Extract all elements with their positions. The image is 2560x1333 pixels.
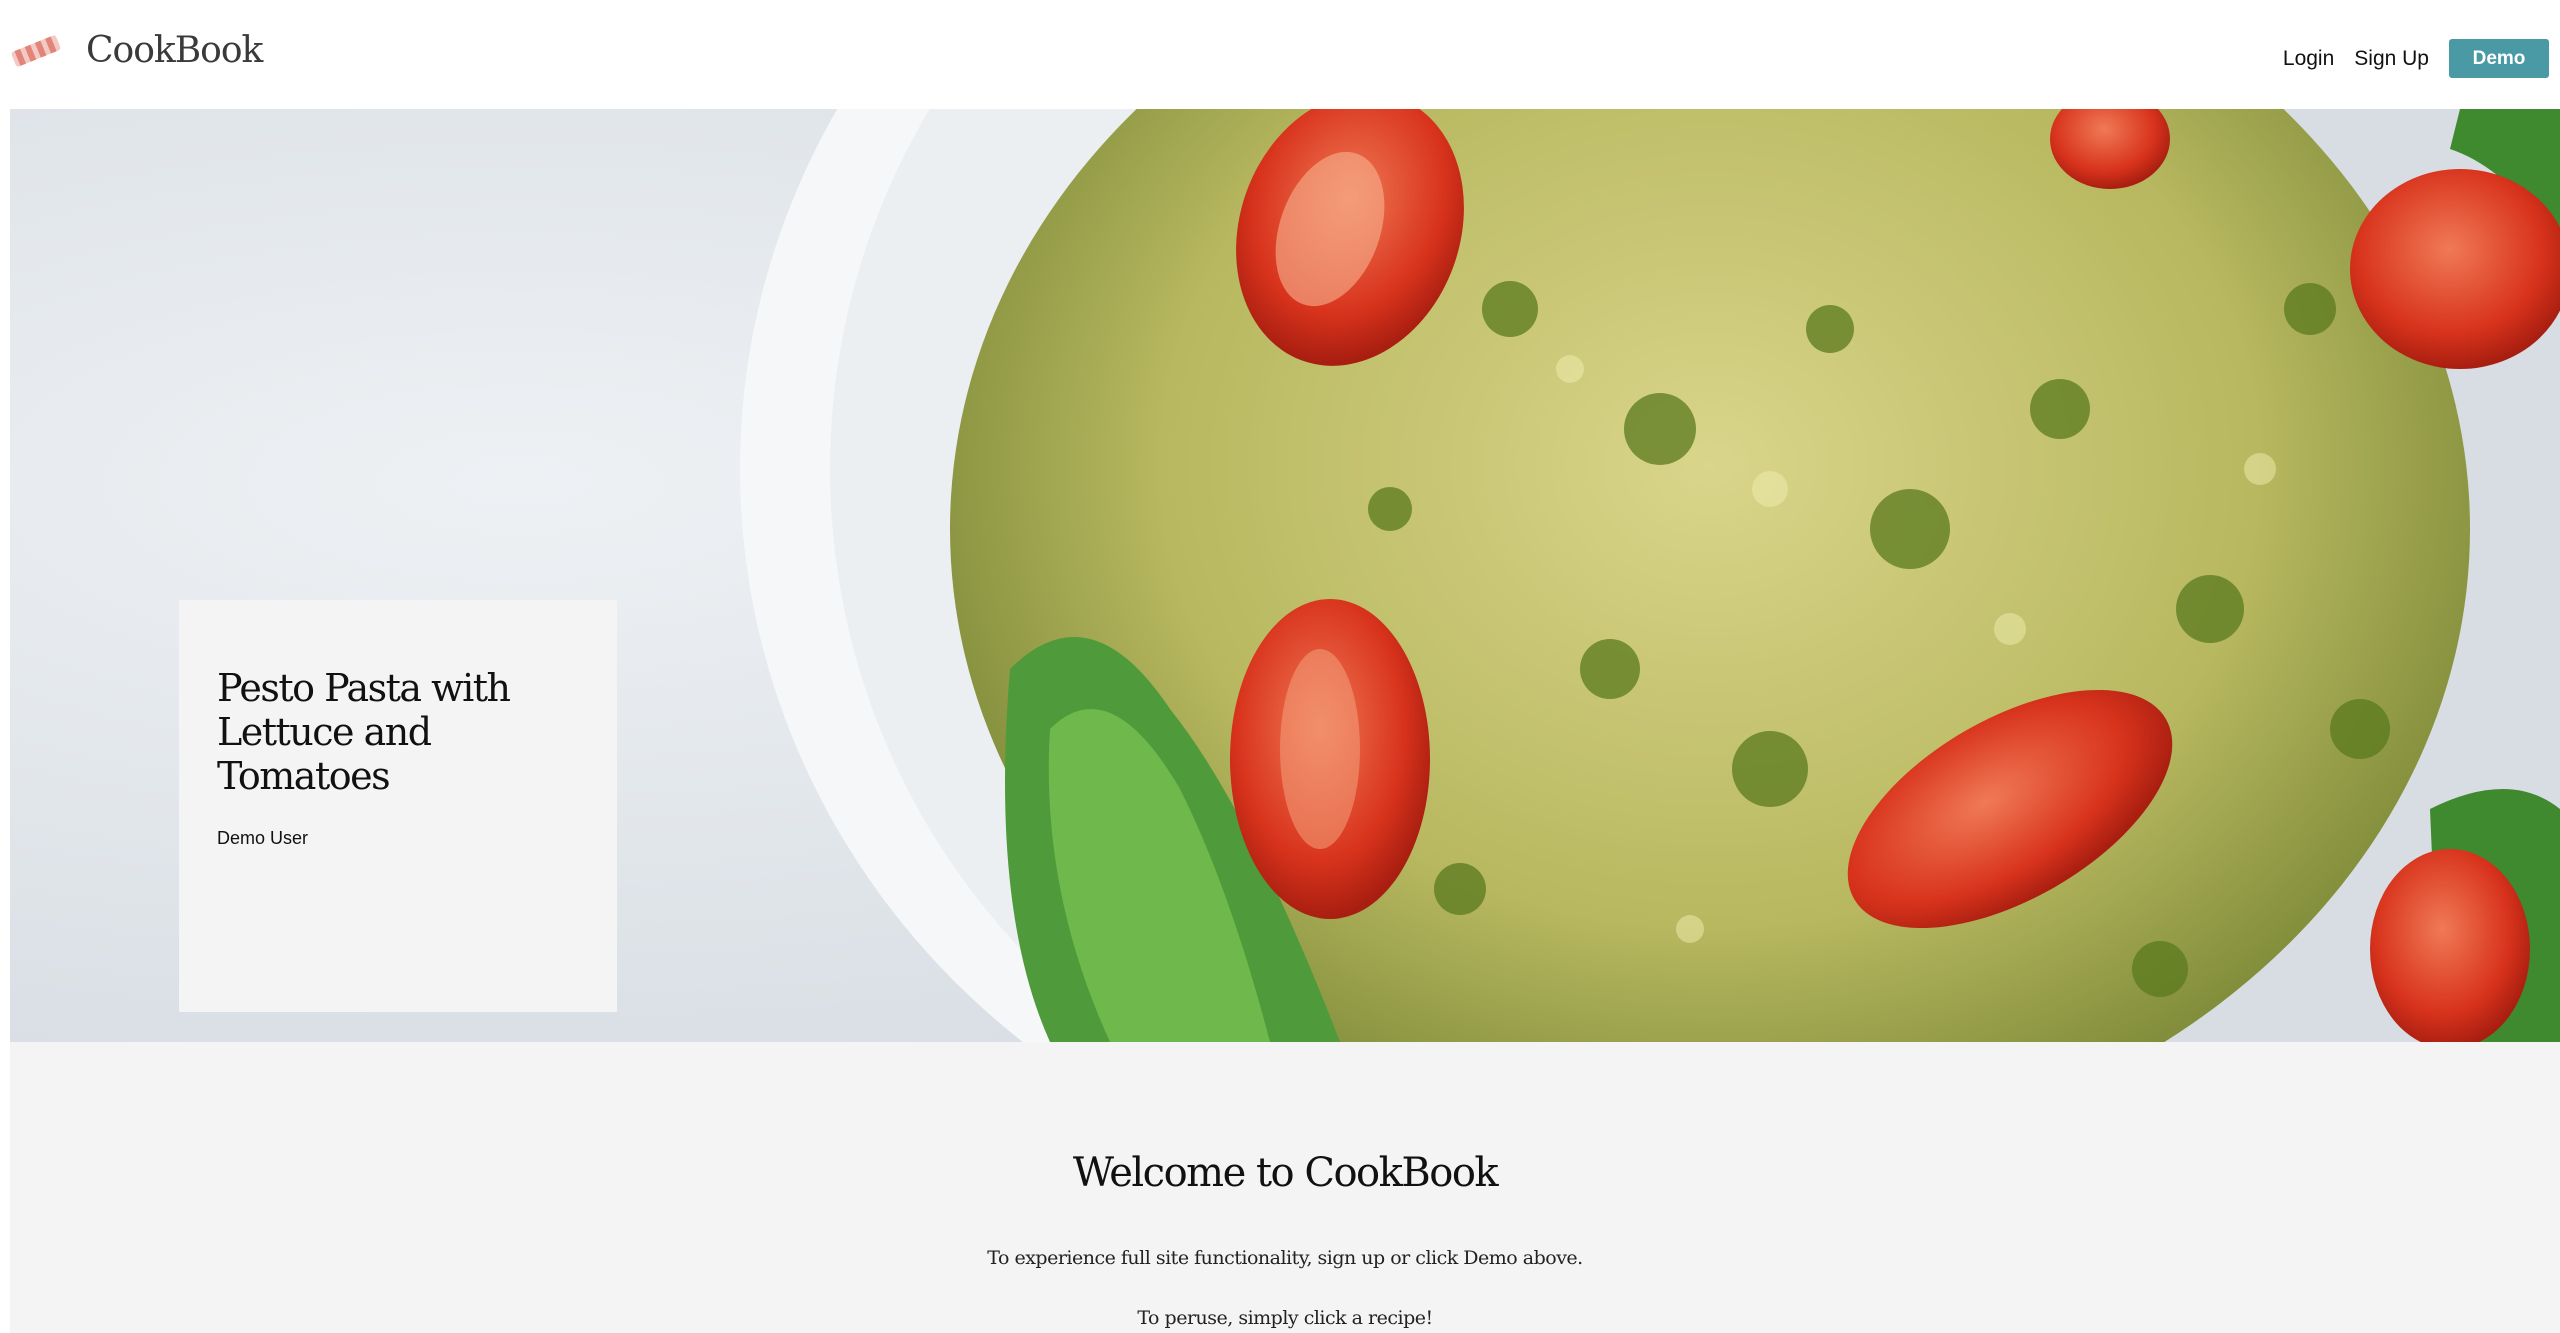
brand-home-link[interactable]: CookBook [8, 30, 263, 71]
brand-name: CookBook [86, 30, 263, 71]
welcome-title: Welcome to CookBook [1072, 1150, 1499, 1196]
login-link[interactable]: Login [2283, 47, 2334, 71]
navbar: CookBook Login Sign Up Demo [0, 0, 2560, 109]
featured-recipe-hero[interactable]: Pesto Pasta with Lettuce and Tomatoes De… [10, 109, 2560, 1042]
demo-button[interactable]: Demo [2449, 39, 2549, 78]
nav-links: Login Sign Up Demo [2283, 39, 2549, 78]
recipe-author: Demo User [217, 828, 309, 848]
page: CookBook Login Sign Up Demo Pesto Pasta … [0, 0, 2560, 1333]
bacon-strip-logo-icon [11, 34, 61, 67]
welcome-section: Welcome to CookBook To experience full s… [10, 1042, 2560, 1333]
signup-link[interactable]: Sign Up [2354, 47, 2429, 71]
welcome-peruse-line: To peruse, simply click a recipe! [1137, 1307, 1433, 1329]
featured-recipe-card[interactable]: Pesto Pasta with Lettuce and Tomatoes De… [179, 600, 617, 1012]
recipe-title: Pesto Pasta with Lettuce and Tomatoes [217, 666, 511, 798]
welcome-instruction-line: To experience full site functionality, s… [987, 1247, 1583, 1269]
